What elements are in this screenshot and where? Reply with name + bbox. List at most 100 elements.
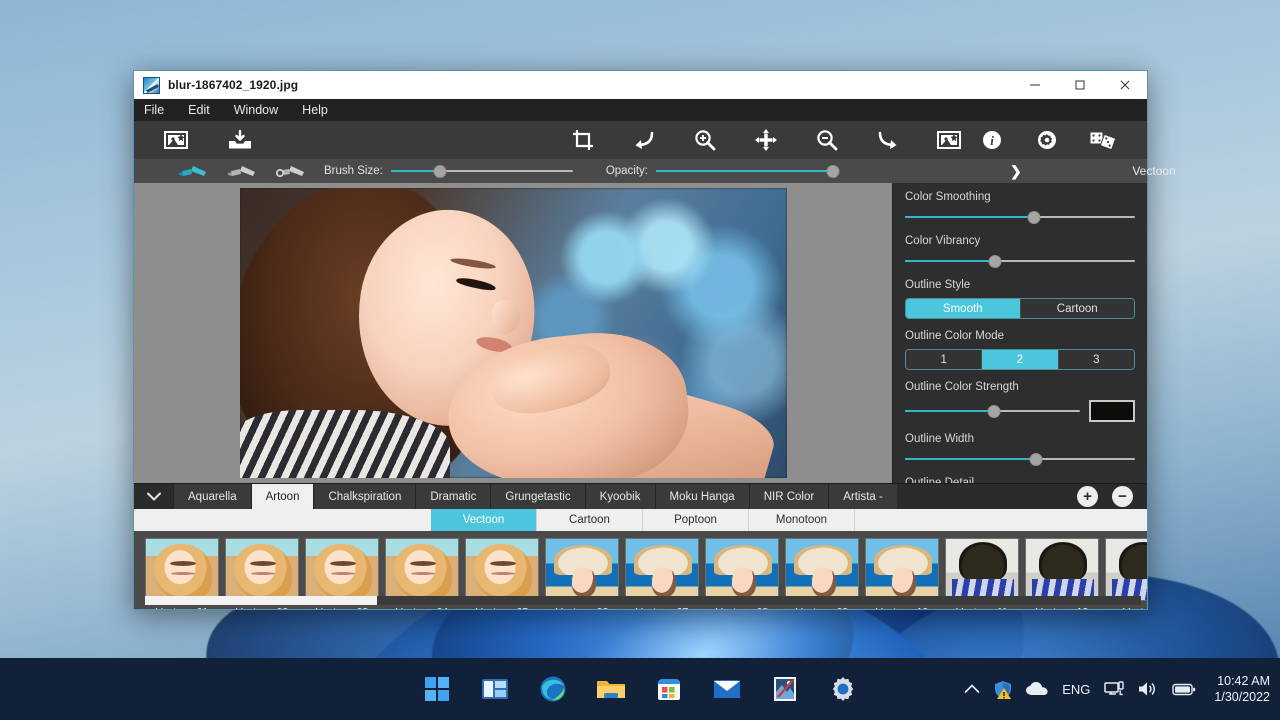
- preset-thumbnail-label: Vectoon 02: [225, 606, 299, 609]
- preset-thumbnail-label: Vectoon: [1105, 606, 1147, 609]
- preset-thumbnail-image: [785, 538, 859, 601]
- zoom-out-icon[interactable]: [810, 125, 844, 155]
- outline-style-option-cartoon[interactable]: Cartoon: [1019, 299, 1134, 318]
- file-explorer-icon[interactable]: [594, 672, 628, 706]
- preset-thumbnail-image: [1105, 538, 1147, 601]
- photo-editor-icon[interactable]: [768, 672, 802, 706]
- sub-tab-cartoon[interactable]: Cartoon: [537, 509, 643, 531]
- maximize-icon[interactable]: [1057, 71, 1102, 99]
- open-image-icon[interactable]: [159, 125, 193, 155]
- outline-color-strength-slider[interactable]: [905, 404, 1080, 418]
- info-icon[interactable]: i: [975, 125, 1009, 155]
- sub-tab-poptoon[interactable]: Poptoon: [643, 509, 749, 531]
- sub-tab-monotoon[interactable]: Monotoon: [749, 509, 855, 531]
- preset-thumbnail-label: Vectoon 03: [305, 606, 379, 609]
- outline-color-mode-option-2[interactable]: 2: [981, 350, 1058, 369]
- menu-item-edit[interactable]: Edit: [188, 103, 210, 117]
- show-hidden-icons-chevron-icon[interactable]: [964, 684, 980, 694]
- compare-image-icon[interactable]: [932, 125, 966, 155]
- close-icon[interactable]: [1102, 71, 1147, 99]
- menu-item-file[interactable]: File: [144, 103, 164, 117]
- opacity-slider[interactable]: [656, 164, 840, 178]
- pan-move-icon[interactable]: [749, 125, 783, 155]
- menu-item-window[interactable]: Window: [234, 103, 278, 117]
- task-view-icon[interactable]: [478, 672, 512, 706]
- preset-thumbnail-image: [385, 538, 459, 601]
- preset-thumbnail-image: [545, 538, 619, 601]
- security-warning-icon[interactable]: [994, 680, 1012, 699]
- remove-tab-button[interactable]: −: [1112, 486, 1133, 507]
- settings-icon[interactable]: [826, 672, 860, 706]
- edge-icon[interactable]: [536, 672, 570, 706]
- minimize-icon[interactable]: [1012, 71, 1057, 99]
- category-tab-dramatic[interactable]: Dramatic: [415, 484, 491, 509]
- preset-thumbnail-label: Vectoon 07: [625, 606, 699, 609]
- language-indicator[interactable]: ENG: [1062, 682, 1090, 697]
- menu-item-help[interactable]: Help: [302, 103, 328, 117]
- preset-thumbnail-label: Vectoon 05: [465, 606, 539, 609]
- crop-icon[interactable]: [566, 125, 600, 155]
- thumbnail-scrollbar[interactable]: [145, 596, 1141, 605]
- outline-style-option-smooth[interactable]: Smooth: [906, 299, 1020, 318]
- add-tab-button[interactable]: +: [1077, 486, 1098, 507]
- battery-icon[interactable]: [1172, 683, 1196, 696]
- control-label: Outline Color Strength: [905, 381, 1019, 393]
- color-vibrancy-slider[interactable]: [905, 254, 1135, 268]
- chevron-down-icon[interactable]: [134, 484, 173, 509]
- category-tab-artista[interactable]: Artista -: [828, 484, 897, 509]
- control-outline-color-strength: Outline Color Strength: [905, 381, 1135, 422]
- photo-editor-icon: [143, 76, 160, 94]
- image-canvas[interactable]: [134, 183, 892, 483]
- redo-icon[interactable]: [871, 125, 905, 155]
- sub-tab-vectoon[interactable]: Vectoon: [431, 509, 537, 531]
- preset-thumbnail-image: [305, 538, 379, 601]
- network-icon[interactable]: [1104, 680, 1125, 698]
- randomize-dice-icon[interactable]: [1085, 125, 1119, 155]
- save-image-icon[interactable]: [223, 125, 257, 155]
- preset-thumbnail-strip[interactable]: Vectoon 01 Vectoon 02 Vectoon 03 Vectoon 04…: [134, 531, 1147, 609]
- taskbar-clock[interactable]: 10:42 AM 1/30/2022: [1214, 673, 1270, 705]
- control-label: Color Vibrancy: [905, 235, 981, 247]
- start-icon[interactable]: [420, 672, 454, 706]
- category-tab-artoon[interactable]: Artoon: [250, 484, 314, 509]
- onedrive-icon[interactable]: [1026, 682, 1048, 696]
- category-tab-moku-hanga[interactable]: Moku Hanga: [654, 484, 749, 509]
- show-desktop-button[interactable]: [1274, 658, 1280, 720]
- volume-icon[interactable]: [1138, 681, 1158, 697]
- chevron-right-icon[interactable]: ❯: [1010, 163, 1022, 180]
- brush-paint-icon[interactable]: [178, 163, 208, 179]
- active-preset-label: Vectoon: [1132, 164, 1176, 178]
- control-label: Color Smoothing: [905, 191, 991, 203]
- thumbnail-scrollbar-handle[interactable]: [145, 596, 377, 605]
- control-color-vibrancy: Color Vibrancy: [905, 235, 1135, 268]
- brush-size-slider[interactable]: [390, 164, 573, 178]
- outline-color-mode-option-3[interactable]: 3: [1057, 350, 1134, 369]
- category-tab-kyoobik[interactable]: Kyoobik: [584, 484, 655, 509]
- opacity-label: Opacity:: [605, 165, 648, 177]
- preset-thumbnail-image: [1025, 538, 1099, 601]
- outline-width-slider[interactable]: [905, 452, 1135, 466]
- category-tab-chalkspiration[interactable]: Chalkspiration: [313, 484, 416, 509]
- window-title: blur-1867402_1920.jpg: [168, 78, 299, 92]
- brush-restore-icon[interactable]: [276, 163, 306, 179]
- zoom-in-icon[interactable]: [688, 125, 722, 155]
- outline-color-swatch[interactable]: [1089, 400, 1135, 422]
- category-tab-grungetastic[interactable]: Grungetastic: [490, 484, 585, 509]
- color-smoothing-slider[interactable]: [905, 210, 1135, 224]
- microsoft-store-icon[interactable]: [652, 672, 686, 706]
- undo-icon[interactable]: [627, 125, 661, 155]
- settings-icon[interactable]: [1030, 125, 1064, 155]
- title-bar[interactable]: blur-1867402_1920.jpg: [134, 71, 1147, 99]
- sub-tab-bar: Vectoon Cartoon Poptoon Monotoon: [134, 509, 1147, 531]
- work-area: Color Smoothing Color Vibrancy Outline S…: [134, 183, 1147, 483]
- category-tab-nir-color[interactable]: NIR Color: [748, 484, 829, 509]
- outline-color-mode-option-1[interactable]: 1: [906, 350, 982, 369]
- preset-thumbnail-label: Vectoon 08: [705, 606, 779, 609]
- category-tab-aquarella[interactable]: Aquarella: [173, 484, 251, 509]
- preset-thumbnail-image: [465, 538, 539, 601]
- brush-erase-icon[interactable]: [227, 163, 257, 179]
- clock-date: 1/30/2022: [1214, 690, 1270, 704]
- preset-thumbnail-label: Vectoon 04: [385, 606, 459, 609]
- mail-icon[interactable]: [710, 672, 744, 706]
- outline-color-mode-segmented: 1 2 3: [905, 349, 1135, 370]
